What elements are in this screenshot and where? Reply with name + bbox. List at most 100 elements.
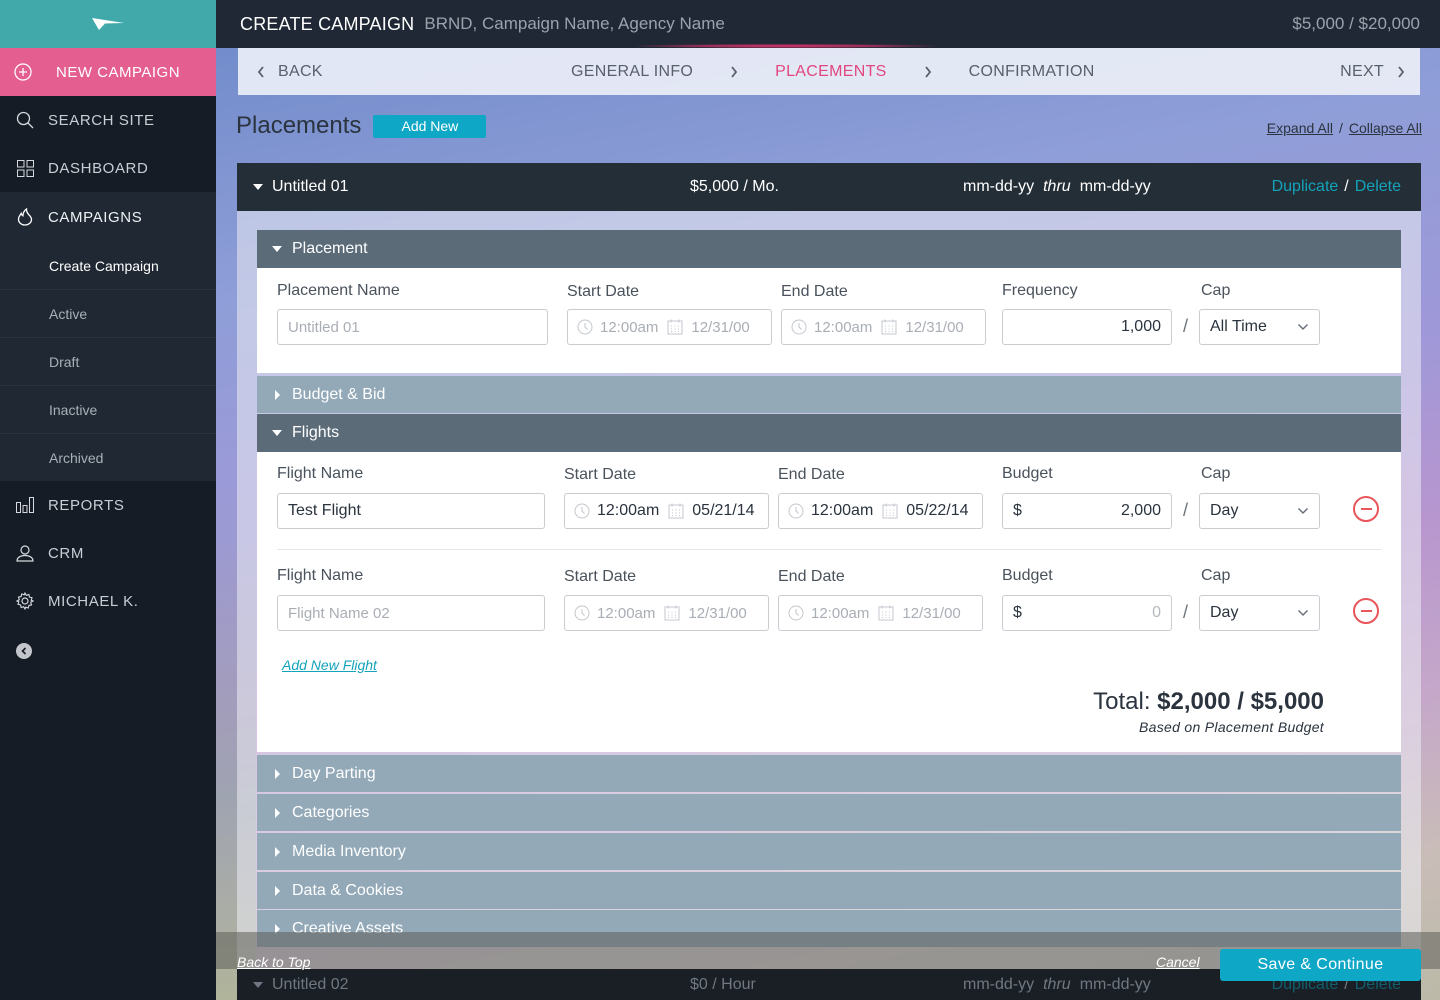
end-time: 12:00am (811, 502, 874, 519)
flight-cap-select[interactable]: Day (1199, 493, 1320, 529)
flight-start-date-input[interactable]: 12:00am 12/31/00 (564, 595, 769, 631)
collapse-all-link[interactable]: Collapse All (1349, 120, 1422, 136)
thru-label: thru (1043, 178, 1071, 195)
step-general-info[interactable]: GENERAL INFO (571, 63, 693, 81)
chevron-right-icon (923, 65, 933, 79)
add-new-placement-button[interactable]: Add New (373, 114, 487, 138)
chevron-left-icon (257, 65, 264, 78)
flight-budget-input[interactable]: $ 0 (1002, 595, 1172, 631)
back-button[interactable]: BACK (256, 63, 323, 81)
campaign-subtitle: BRND, Campaign Name, Agency Name (424, 14, 725, 33)
duplicate-link[interactable]: Duplicate (1272, 178, 1339, 195)
sidebar-subitem-active[interactable]: Active (0, 289, 216, 337)
total-value: $2,000 / $5,000 (1157, 688, 1324, 715)
new-campaign-button[interactable]: NEW CAMPAIGN (0, 48, 216, 96)
sidebar-subitem-archived[interactable]: Archived (0, 433, 216, 481)
campaigns-section: CAMPAIGNS Create Campaign Active Draft I… (0, 192, 216, 481)
sidebar-item-crm[interactable]: CRM (0, 529, 216, 577)
section-budget-bid[interactable]: Budget & Bid (257, 376, 1401, 413)
clock-icon (577, 319, 593, 335)
save-continue-button[interactable]: Save & Continue (1220, 949, 1421, 981)
remove-flight-button[interactable] (1353, 496, 1379, 522)
caret-right-icon (275, 768, 280, 779)
step-confirmation[interactable]: CONFIRMATION (969, 63, 1095, 81)
placement-name: Untitled 02 (272, 975, 349, 993)
section-title: Data & Cookies (292, 881, 404, 899)
sidebar-item-user-settings[interactable]: MICHAEL K. (0, 577, 216, 625)
section-media-inventory[interactable]: Media Inventory (257, 833, 1401, 870)
placement-end: mm-dd-yy (1079, 975, 1151, 993)
cancel-link[interactable]: Cancel (1156, 954, 1200, 970)
sidebar-subitem-draft[interactable]: Draft (0, 337, 216, 385)
flight-name-input[interactable]: Flight Name 02 (277, 595, 545, 631)
frequency-value: 1,000 (1120, 318, 1161, 335)
sidebar-item-campaigns[interactable]: CAMPAIGNS (0, 192, 216, 242)
logo[interactable] (0, 0, 216, 48)
collapse-sidebar-button[interactable] (16, 643, 32, 659)
sidebar-item-dashboard[interactable]: DASHBOARD (0, 144, 216, 192)
section-placement[interactable]: Placement (257, 230, 1401, 268)
budget-placeholder: 0 (1152, 604, 1161, 621)
next-button[interactable]: NEXT (1340, 63, 1406, 81)
delete-link[interactable]: Delete (1355, 178, 1401, 195)
placement-start: mm-dd-yy (963, 975, 1035, 993)
sidebar-item-label: DASHBOARD (48, 159, 149, 177)
caret-down-icon (272, 430, 282, 436)
flight-end-date-input[interactable]: 12:00am 12/31/00 (778, 595, 983, 631)
start-date-input[interactable]: 12:00am 12/31/00 (567, 309, 772, 345)
placement-name-label: Placement Name (277, 282, 400, 299)
clock-icon (791, 319, 807, 335)
remove-flight-button[interactable] (1353, 598, 1379, 624)
placement-rate: $5,000 / Mo. (690, 178, 779, 195)
next-label: NEXT (1340, 62, 1384, 80)
sidebar-item-reports[interactable]: REPORTS (0, 481, 216, 529)
grid-icon (15, 159, 35, 177)
clock-icon (574, 605, 590, 621)
placement-header[interactable]: Untitled 01 $5,000 / Mo. mm-dd-yy thru mm-… (237, 163, 1421, 211)
start-time: 12:00am (600, 318, 659, 336)
flight-name-input[interactable]: Test Flight (277, 493, 545, 529)
section-data-cookies[interactable]: Data & Cookies (257, 872, 1401, 909)
chevron-right-icon (1398, 65, 1405, 78)
calendar-icon (664, 605, 680, 621)
end-date-input[interactable]: 12:00am 12/31/00 (781, 309, 986, 345)
flight-cap-select[interactable]: Day (1199, 595, 1320, 631)
caret-right-icon (275, 389, 280, 400)
sidebar-item-label: MICHAEL K. (48, 592, 139, 610)
step-navigation: BACK GENERAL INFO PLACEMENTS CONFIRMATIO… (238, 48, 1420, 95)
section-categories[interactable]: Categories (257, 794, 1401, 831)
calendar-icon (668, 503, 684, 519)
placements-heading: Placements (236, 112, 362, 139)
expand-all-link[interactable]: Expand All (1267, 120, 1333, 136)
step-placements[interactable]: PLACEMENTS (775, 63, 886, 81)
frequency-cap-select[interactable]: All Time (1199, 309, 1320, 345)
flight-end-date-input[interactable]: 12:00am 05/22/14 (778, 493, 983, 529)
end-date-label: End Date (778, 568, 845, 585)
flight-budget-input[interactable]: $ 2,000 (1002, 493, 1172, 529)
add-new-flight-link[interactable]: Add New Flight (282, 657, 377, 673)
section-title: Media Inventory (292, 842, 406, 860)
separator: / (1183, 316, 1189, 336)
caret-right-icon (275, 846, 280, 857)
sidebar-subitem-create-campaign[interactable]: Create Campaign (0, 242, 216, 289)
caret-right-icon (275, 807, 280, 818)
sidebar-item-search-site[interactable]: SEARCH SITE (0, 96, 216, 144)
placement-dates: mm-dd-yy thru mm-dd-yy (963, 976, 1151, 994)
back-to-top-link[interactable]: Back to Top (237, 954, 310, 970)
budget-label: Budget (1002, 567, 1053, 584)
placement-name-input[interactable]: Untitled 01 (277, 309, 548, 345)
section-day-parting[interactable]: Day Parting (257, 755, 1401, 792)
start-date: 12/31/00 (691, 318, 750, 336)
frequency-input[interactable]: 1,000 (1002, 309, 1172, 345)
placement-actions: Duplicate / Delete (1272, 178, 1401, 196)
start-date: 05/21/14 (692, 502, 755, 519)
caret-right-icon (275, 885, 280, 896)
sidebar-subitem-inactive[interactable]: Inactive (0, 385, 216, 433)
total-note: Based on Placement Budget (1139, 719, 1324, 735)
flight-start-date-input[interactable]: 12:00am 05/21/14 (564, 493, 769, 529)
section-flights[interactable]: Flights (257, 414, 1401, 452)
gear-icon (15, 592, 35, 610)
placement-dates: mm-dd-yy thru mm-dd-yy (963, 178, 1151, 196)
separator: / (1344, 178, 1349, 195)
thru-label: thru (1043, 975, 1071, 993)
